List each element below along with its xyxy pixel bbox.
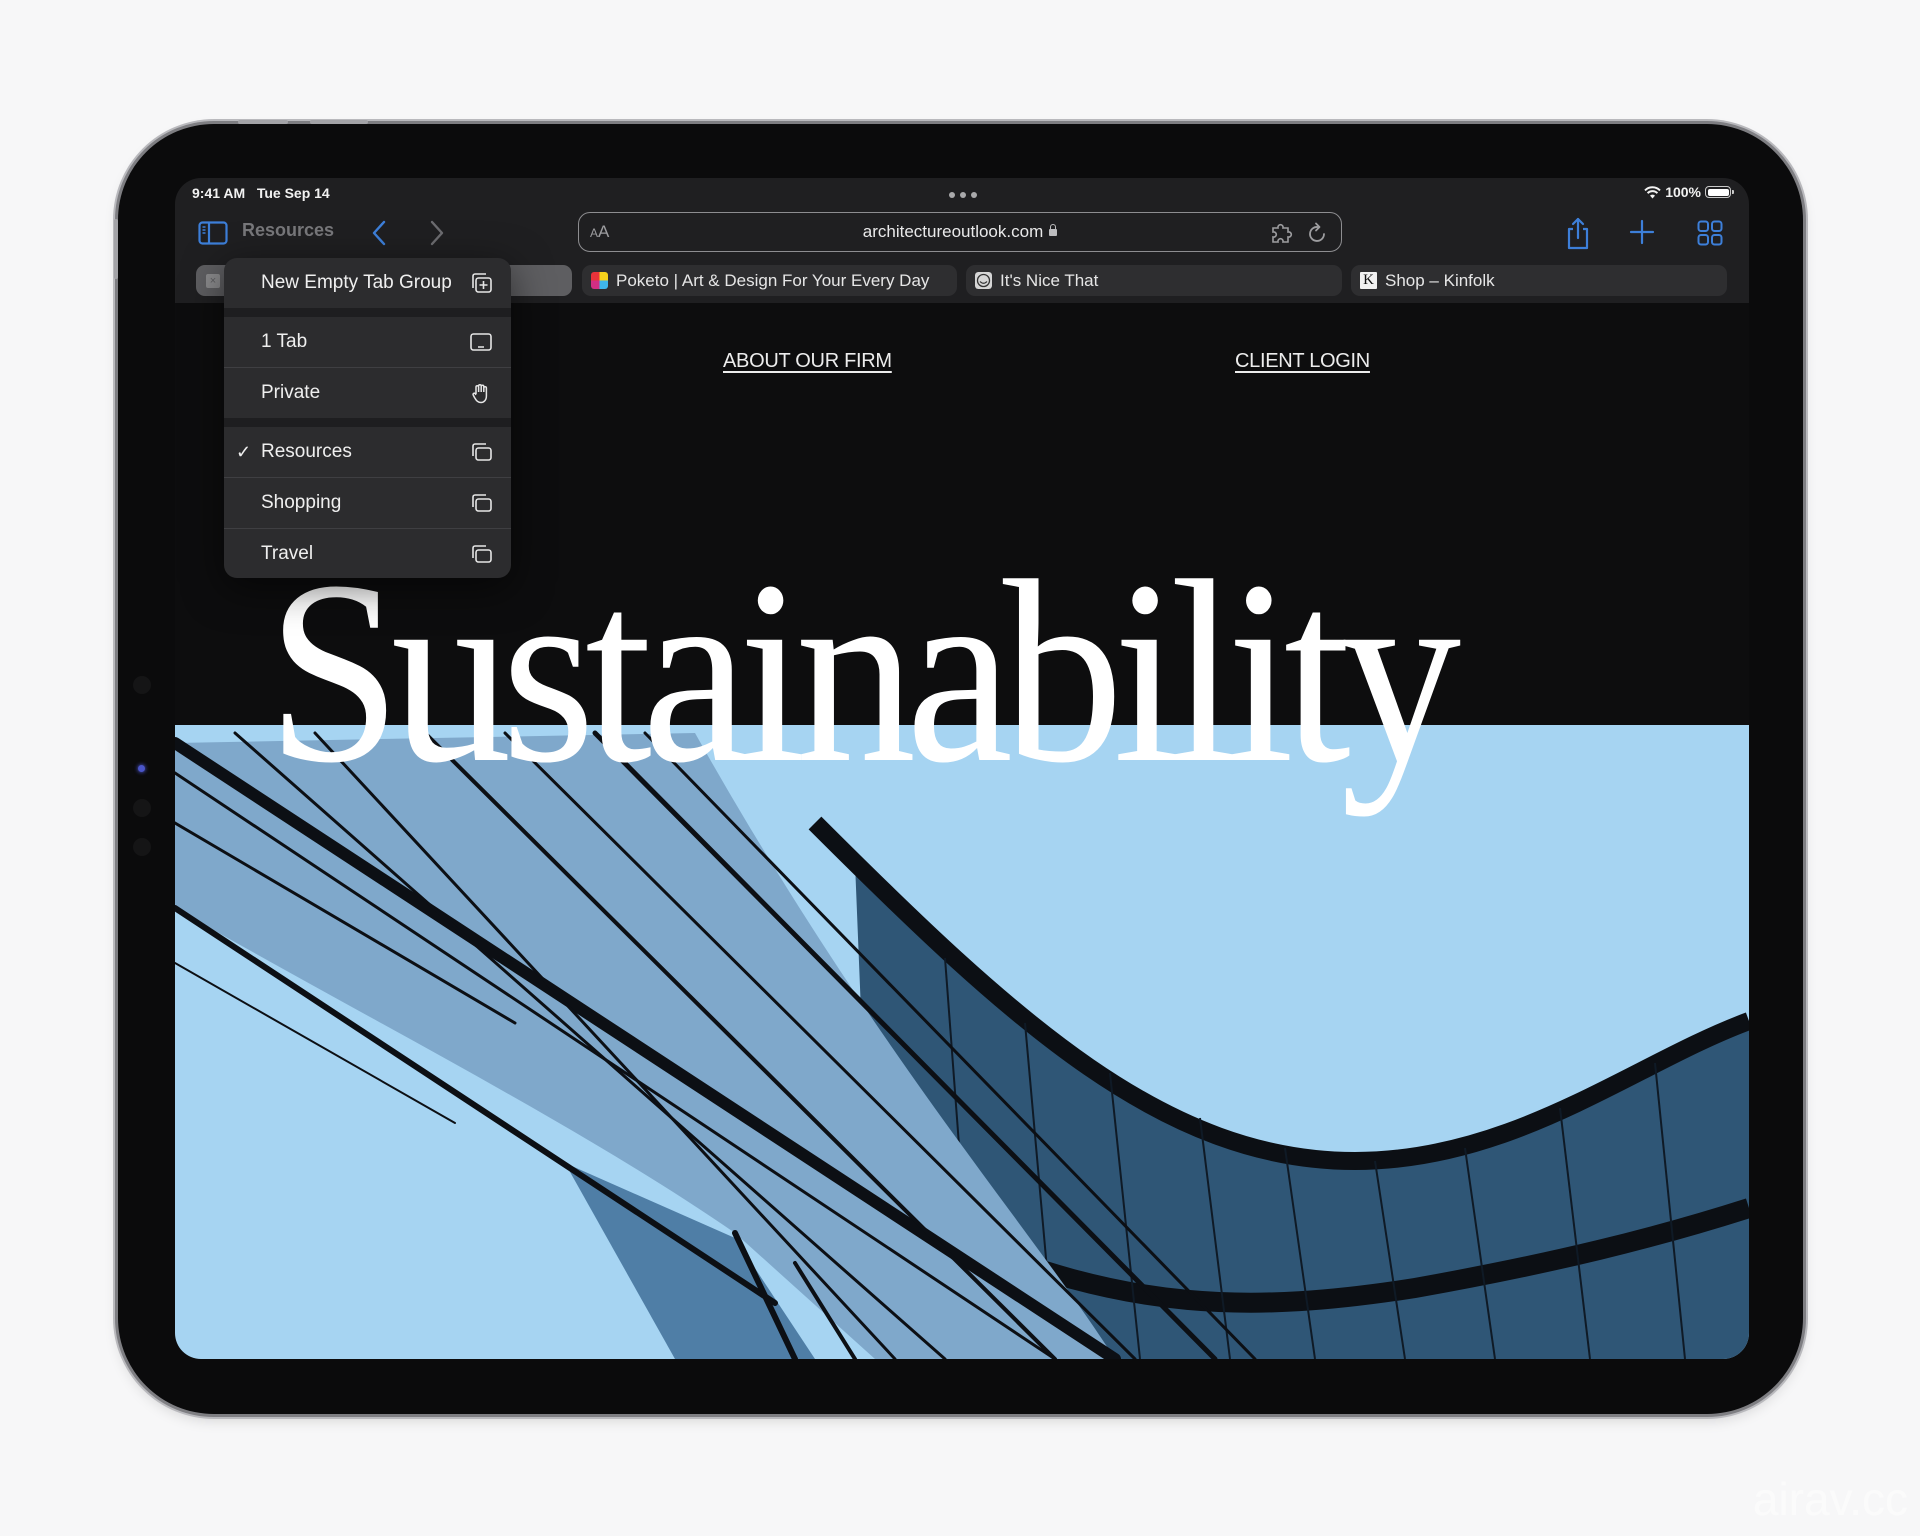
forward-chevron-icon[interactable] xyxy=(425,218,447,248)
menu-item-label: New Empty Tab Group xyxy=(261,272,452,293)
checkmark-icon: ✓ xyxy=(236,441,252,462)
url-field[interactable]: architectureoutlook.com xyxy=(579,222,1341,242)
start-page-icon xyxy=(470,333,492,351)
volume-button xyxy=(310,120,368,124)
menu-item-private[interactable]: Private xyxy=(224,368,511,418)
tab-title: Shop – Kinfolk xyxy=(1385,270,1495,290)
plus-icon[interactable] xyxy=(1629,219,1655,245)
menu-section-gap xyxy=(224,308,511,317)
menu-item-label: 1 Tab xyxy=(261,331,308,352)
camera-icon xyxy=(138,765,145,772)
sensor-icon xyxy=(133,799,151,817)
wifi-icon xyxy=(1644,185,1661,198)
menu-section-gap xyxy=(224,418,511,427)
close-icon[interactable]: × xyxy=(206,273,220,288)
address-bar[interactable]: AA architectureoutlook.com xyxy=(578,212,1342,252)
menu-item-label: Resources xyxy=(261,441,352,462)
poketo-favicon xyxy=(591,272,608,289)
tab-poketo[interactable]: Poketo | Art & Design For Your Every Day xyxy=(582,265,957,296)
about-our-firm-link[interactable]: ABOUT OUR FIRM xyxy=(723,350,892,373)
tab-its-nice-that[interactable]: It's Nice That xyxy=(966,265,1342,296)
sidebar-icon[interactable] xyxy=(198,221,228,245)
tab-kinfolk[interactable]: K Shop – Kinfolk xyxy=(1351,265,1727,296)
battery-icon xyxy=(1705,186,1734,198)
menu-item-new-empty-tab-group[interactable]: New Empty Tab Group xyxy=(224,258,511,308)
reload-icon[interactable] xyxy=(1307,221,1329,245)
menu-item-label: Private xyxy=(261,382,321,403)
watermark: airav.cc xyxy=(1752,1473,1908,1525)
sensor-icon xyxy=(133,838,151,856)
menu-item-label: Shopping xyxy=(261,492,342,513)
menu-item-label: Travel xyxy=(261,543,314,564)
sensor-icon xyxy=(133,676,151,694)
tab-title: It's Nice That xyxy=(1000,270,1099,290)
volume-button xyxy=(238,120,288,124)
client-login-link[interactable]: CLIENT LOGIN xyxy=(1235,350,1370,373)
tab-group-icon xyxy=(472,443,492,461)
menu-item-shopping[interactable]: Shopping xyxy=(224,478,511,528)
private-hand-icon xyxy=(472,384,488,404)
ipad-screen: 9:41 AM Tue Sep 14 100% Resources AA arc… xyxy=(175,178,1749,1359)
battery-percent: 100% xyxy=(1665,184,1701,200)
share-icon[interactable] xyxy=(1564,216,1592,250)
tab-group-menu: New Empty Tab Group 1 Tab Private ✓ Reso… xyxy=(224,258,511,578)
status-time: 9:41 AM Tue Sep 14 xyxy=(192,185,330,201)
status-indicators: 100% xyxy=(1644,184,1734,200)
tab-title: Poketo | Art & Design For Your Every Day xyxy=(616,270,930,290)
tab-group-icon xyxy=(472,494,492,512)
itsnicethat-favicon xyxy=(975,272,992,289)
extension-puzzle-icon[interactable] xyxy=(1269,221,1295,245)
tab-group-title[interactable]: Resources xyxy=(242,220,334,241)
multitasking-dots-icon[interactable] xyxy=(949,192,977,198)
top-button xyxy=(114,219,118,279)
lock-icon xyxy=(1049,224,1058,236)
back-chevron-icon[interactable] xyxy=(369,218,391,248)
page-headline: Sustainability xyxy=(267,527,1461,817)
menu-item-1-tab[interactable]: 1 Tab xyxy=(224,317,511,367)
date-label: Tue Sep 14 xyxy=(256,185,330,201)
tab-group-icon xyxy=(472,545,492,563)
kinfolk-favicon: K xyxy=(1360,272,1377,289)
menu-item-resources[interactable]: ✓ Resources xyxy=(224,427,511,477)
url-text: architectureoutlook.com xyxy=(862,222,1044,241)
new-tab-group-icon xyxy=(472,273,492,293)
menu-item-travel[interactable]: Travel xyxy=(224,529,511,578)
tab-overview-icon[interactable] xyxy=(1697,220,1723,246)
time-label: 9:41 AM xyxy=(192,185,246,201)
